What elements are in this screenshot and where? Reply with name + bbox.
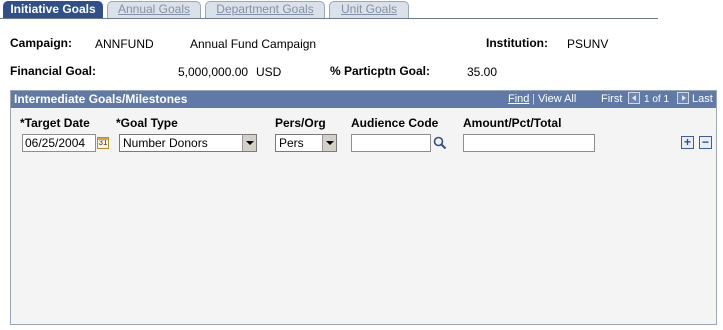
search-icon[interactable]: [433, 136, 447, 150]
pers-org-value: Pers: [279, 136, 304, 150]
goal-type-value: Number Donors: [123, 136, 208, 150]
financial-goal-label: Financial Goal:: [10, 64, 97, 78]
col-goal-type: *Goal Type: [116, 116, 178, 130]
first-label: First: [601, 93, 623, 105]
tab-department-goals[interactable]: Department Goals: [205, 1, 325, 18]
campaign-code: ANNFUND: [95, 37, 154, 51]
nav-separator: |: [532, 93, 535, 105]
add-row-button[interactable]: +: [681, 136, 694, 149]
tab-underline: [0, 18, 658, 19]
particptn-goal-label: % Particptn Goal:: [330, 64, 431, 78]
audience-code-field[interactable]: [351, 134, 431, 152]
chevron-down-icon: [242, 135, 256, 151]
col-amount: Amount/Pct/Total: [463, 116, 562, 130]
grid-title: Intermediate Goals/Milestones: [14, 92, 188, 106]
tab-annual-goals[interactable]: Annual Goals: [107, 1, 201, 18]
financial-goal-value: 5,000,000.00: [178, 65, 249, 79]
institution-value: PSUNV: [567, 37, 609, 51]
institution-label: Institution:: [486, 36, 548, 50]
delete-row-button[interactable]: −: [699, 136, 712, 149]
campaign-name: Annual Fund Campaign: [190, 37, 317, 51]
row-count: 1 of 1: [644, 94, 670, 105]
chevron-down-icon: [322, 135, 336, 151]
col-audience-code: Audience Code: [351, 116, 439, 130]
campaign-label: Campaign:: [10, 36, 73, 50]
target-date-field[interactable]: 06/25/2004: [22, 134, 96, 152]
calendar-icon[interactable]: 31: [97, 137, 109, 149]
col-target-date: *Target Date: [20, 116, 90, 130]
previous-row-icon[interactable]: [628, 92, 640, 104]
next-row-icon[interactable]: [677, 92, 689, 104]
last-label: Last: [692, 93, 713, 105]
milestones-grid: Intermediate Goals/Milestones Find | Vie…: [10, 90, 717, 325]
col-pers-org: Pers/Org: [275, 116, 326, 130]
grid-header: Intermediate Goals/Milestones Find | Vie…: [11, 91, 716, 108]
financial-goal-currency: USD: [256, 65, 282, 79]
pers-org-select[interactable]: Pers: [275, 134, 337, 152]
view-all-link[interactable]: View All: [538, 93, 576, 105]
particptn-goal-value: 35.00: [467, 65, 498, 79]
tab-unit-goals[interactable]: Unit Goals: [329, 1, 409, 18]
find-link[interactable]: Find: [508, 93, 529, 105]
amount-field[interactable]: [463, 134, 595, 152]
goal-type-select[interactable]: Number Donors: [119, 134, 257, 152]
tab-bar: Initiative Goals Annual Goals Department…: [0, 0, 723, 20]
tab-initiative-goals[interactable]: Initiative Goals: [3, 1, 103, 19]
